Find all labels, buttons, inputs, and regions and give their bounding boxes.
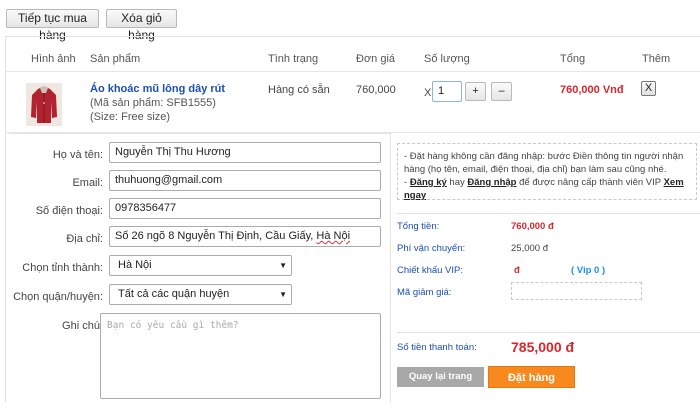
place-order-button[interactable]: Đặt hàng (488, 366, 575, 388)
total-label: Tổng tiền: (397, 221, 440, 232)
header-product: Sản phẩm (90, 53, 141, 65)
name-label: Họ và tên: (52, 149, 103, 161)
product-name-link[interactable]: Áo khoác mũ lông dây rút (90, 83, 225, 95)
product-thumbnail[interactable] (26, 83, 62, 126)
address-text: Số 26 ngõ 8 Nguyễn Thị Định, Cầu Giấy, (115, 230, 317, 242)
jacket-image-icon (26, 83, 62, 126)
quantity-input[interactable]: 1 (432, 81, 462, 102)
dropdown-arrow-icon: ▼ (279, 261, 287, 270)
shipping-label: Phí vận chuyển: (397, 243, 466, 254)
total-value: 760,000 đ (511, 221, 554, 232)
register-link[interactable]: Đăng ký (410, 177, 447, 188)
notice-line-1: - Đặt hàng không cần đăng nhập: bước Điề… (404, 151, 684, 175)
product-total: 760,000 Vnđ (560, 84, 624, 96)
notice-line-2: - Đăng ký hay Đăng nhập để được nâng cấp… (404, 176, 690, 202)
district-select[interactable]: Tất cả các quận huyện ▼ (109, 284, 292, 305)
product-size: (Size: Free size) (90, 111, 171, 123)
address-label: Địa chỉ: (66, 233, 103, 245)
remove-item-button[interactable]: X (641, 81, 656, 96)
summary-divider-top (397, 213, 700, 214)
coupon-input[interactable] (511, 282, 642, 300)
header-status: Tình trạng (268, 53, 319, 65)
header-quantity: Số lượng (424, 53, 470, 65)
quantity-prefix: X (424, 87, 432, 99)
notice-mid: để được nâng cấp thành viên VIP (516, 177, 664, 188)
phone-field[interactable]: 0978356477 (109, 198, 381, 219)
login-link[interactable]: Đăng nhập (467, 177, 516, 188)
grand-total-value: 785,000 đ (511, 339, 575, 355)
vip-discount-value: đ (514, 265, 520, 276)
province-value: Hà Nội (118, 259, 152, 271)
coupon-label: Mã giảm giá: (397, 287, 452, 298)
back-button[interactable]: Quay lại trang trước (397, 367, 484, 402)
header-unit-price: Đơn giá (356, 53, 396, 65)
province-label: Chọn tỉnh thành: (22, 262, 103, 274)
phone-label: Số điện thoại: (35, 205, 103, 217)
name-field[interactable]: Nguyễn Thị Thu Hương (109, 142, 381, 163)
continue-shopping-button[interactable]: Tiếp tục mua hàng (6, 9, 99, 42)
note-textarea[interactable]: Bạn có yêu cầu gì thêm? (100, 313, 381, 399)
district-value: Tất cả các quận huyện (118, 288, 230, 300)
header-more: Thêm (642, 53, 671, 65)
notice-or: hay (446, 177, 468, 188)
district-label: Chọn quận/huyện: (13, 291, 103, 303)
vip-level-tag: ( Vip 0 ) (571, 265, 606, 276)
province-select[interactable]: Hà Nội ▼ (109, 255, 292, 276)
clear-cart-button[interactable]: Xóa giỏ hàng (106, 9, 177, 42)
email-label: Email: (72, 177, 103, 189)
header-total: Tổng (560, 53, 586, 65)
email-field[interactable]: thuhuong@gmail.com (109, 170, 381, 191)
vip-discount-label: Chiết khấu VIP: (397, 265, 464, 276)
product-status: Hàng có sẵn (268, 84, 330, 96)
address-field[interactable]: Số 26 ngõ 8 Nguyễn Thị Định, Cầu Giấy, H… (109, 226, 381, 247)
summary-divider-bottom (397, 332, 700, 333)
quantity-minus-button[interactable]: – (491, 82, 512, 101)
header-image: Hình ảnh (31, 53, 76, 65)
quantity-plus-button[interactable]: + (465, 82, 486, 101)
product-unit-price: 760,000 (356, 84, 396, 96)
grand-total-label: Số tiền thanh toán: (397, 342, 477, 353)
address-city-text: Hà Nội (316, 230, 351, 242)
product-code: (Mã sản phẩm: SFB1555) (90, 97, 216, 109)
shipping-value: 25,000 đ (511, 243, 548, 254)
header-divider (5, 71, 700, 72)
order-notice: - Đặt hàng không cần đăng nhập: bước Điề… (397, 143, 697, 202)
dropdown-arrow-icon: ▼ (279, 290, 287, 299)
note-label: Ghi chú: (62, 320, 103, 332)
